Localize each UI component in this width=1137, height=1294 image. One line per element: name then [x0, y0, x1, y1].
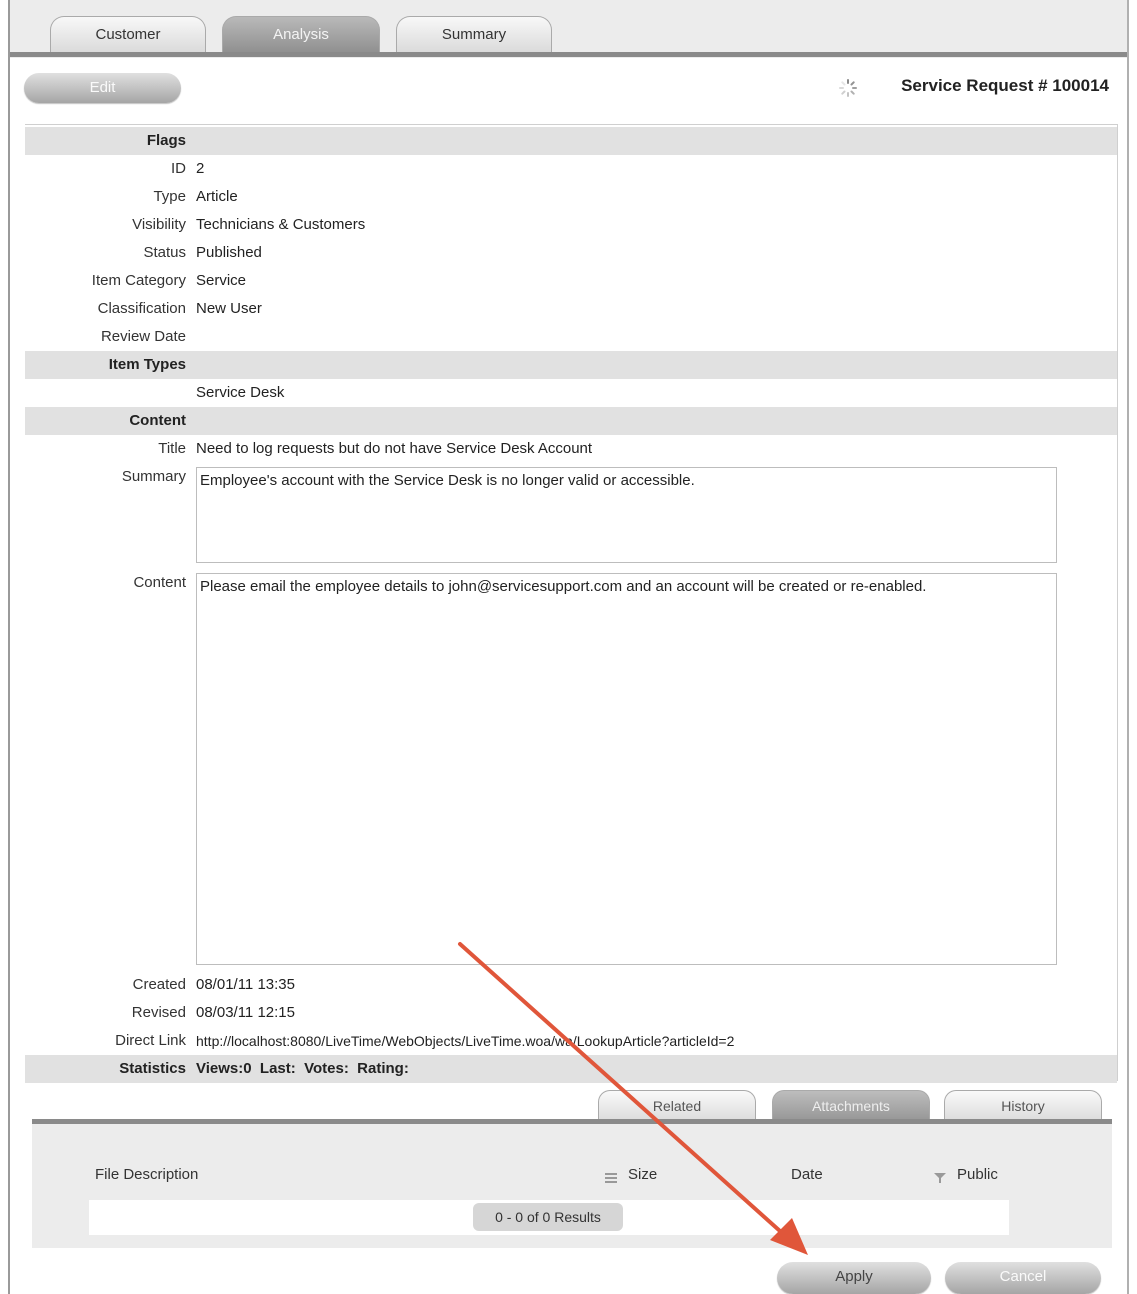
tab-customer[interactable]: Customer [50, 16, 206, 53]
type-value: Article [196, 188, 238, 205]
revised-value: 08/03/11 12:15 [196, 1004, 295, 1021]
item-types-section: Item Types [25, 351, 1117, 379]
column-public[interactable]: Public [957, 1166, 998, 1183]
tab-related[interactable]: Related [598, 1090, 756, 1121]
direct-link[interactable]: http://localhost:8080/LiveTime/WebObject… [196, 1027, 734, 1055]
visibility-label: Visibility [132, 216, 186, 233]
id-row: ID 2 [25, 155, 1117, 183]
type-label: Type [153, 188, 186, 205]
status-label: Status [143, 244, 186, 261]
title-value: Need to log requests but do not have Ser… [196, 440, 593, 457]
tab-history[interactable]: History [944, 1090, 1102, 1121]
revised-row: Revised 08/03/11 12:15 [25, 999, 1117, 1027]
created-row: Created 08/01/11 13:35 [25, 971, 1117, 999]
tab-summary[interactable]: Summary [396, 16, 552, 53]
apply-button[interactable]: Apply [777, 1262, 931, 1294]
item-types-value: Service Desk [196, 384, 285, 401]
statistics-label: Statistics [119, 1060, 186, 1077]
direct-link-row: Direct Link http://localhost:8080/LiveTi… [25, 1027, 1117, 1055]
title-label: Title [158, 440, 186, 457]
flags-label: Flags [146, 132, 186, 149]
direct-link-label: Direct Link [115, 1032, 186, 1049]
summary-textarea[interactable]: Employee's account with the Service Desk… [196, 467, 1057, 563]
content-textarea[interactable]: Please email the employee details to joh… [196, 573, 1057, 965]
column-size[interactable]: Size [628, 1166, 657, 1183]
frame-left-border [8, 0, 10, 1294]
id-label: ID [171, 160, 186, 177]
status-row: Status Published [25, 239, 1117, 267]
type-row: Type Article [25, 183, 1117, 211]
column-date[interactable]: Date [791, 1166, 823, 1183]
filter-icon[interactable] [934, 1172, 946, 1184]
statistics-row: Statistics Views:0 Last: Votes: Rating: [25, 1055, 1117, 1083]
created-value: 08/01/11 13:35 [196, 976, 295, 993]
spinner-icon [839, 79, 857, 97]
content-section: Content [25, 407, 1117, 435]
sort-icon[interactable] [604, 1171, 618, 1185]
statistics-value: Views:0 Last: Votes: Rating: [196, 1060, 409, 1077]
detail-panel: Flags ID 2 Type Article Visibility Techn… [25, 124, 1118, 1083]
id-value: 2 [196, 160, 205, 177]
item-types-row: Service Desk [25, 379, 1117, 407]
item-category-row: Item Category Service [25, 267, 1117, 295]
tab-underline [10, 52, 1127, 57]
content-label: Content [133, 574, 186, 591]
cancel-button[interactable]: Cancel [945, 1262, 1101, 1294]
status-value: Published [196, 244, 262, 261]
flags-section: Flags [25, 127, 1117, 155]
visibility-row: Visibility Technicians & Customers [25, 211, 1117, 239]
column-file-description[interactable]: File Description [95, 1166, 198, 1183]
edit-button[interactable]: Edit [24, 73, 181, 103]
summary-label: Summary [121, 468, 186, 485]
frame-right-border [1127, 0, 1129, 1294]
classification-value: New User [196, 300, 262, 317]
content-section-label: Content [129, 412, 186, 429]
revised-label: Revised [131, 1004, 186, 1021]
classification-row: Classification New User [25, 295, 1117, 323]
results-count: 0 - 0 of 0 Results [473, 1203, 623, 1231]
service-request-title: Service Request # 100014 [901, 76, 1109, 95]
tab-attachments[interactable]: Attachments [772, 1090, 930, 1121]
item-category-label: Item Category [91, 272, 186, 289]
item-category-value: Service [196, 272, 247, 289]
tab-analysis[interactable]: Analysis [222, 16, 380, 53]
review-date-label: Review Date [100, 328, 186, 345]
title-row: Title Need to log requests but do not ha… [25, 435, 1117, 463]
review-date-row: Review Date [25, 323, 1117, 351]
created-label: Created [132, 976, 186, 993]
classification-label: Classification [97, 300, 186, 317]
item-types-label: Item Types [108, 356, 186, 373]
visibility-value: Technicians & Customers [196, 216, 366, 233]
